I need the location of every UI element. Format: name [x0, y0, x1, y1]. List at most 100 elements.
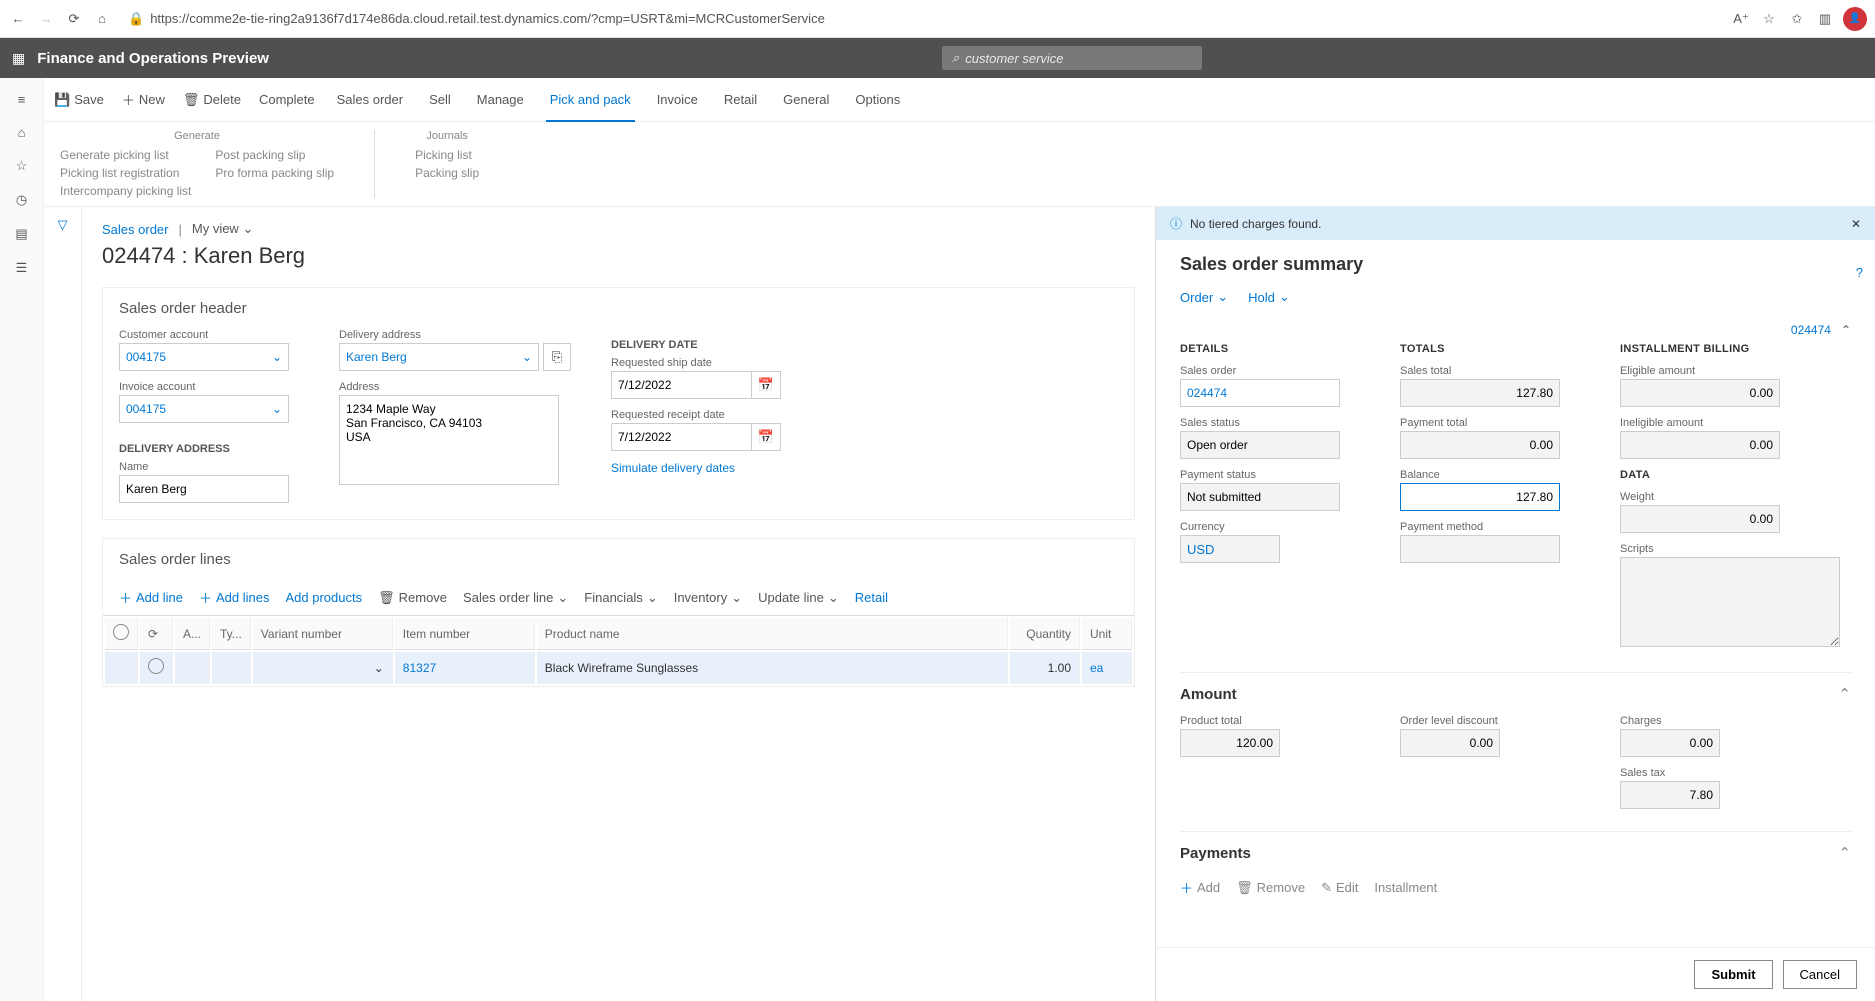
remove-line-button[interactable]: 🗑 Remove: [378, 590, 447, 606]
delete-button[interactable]: 🗑Delete: [183, 92, 241, 108]
payments-section-head[interactable]: Payments⌃: [1180, 831, 1851, 874]
filter-icon[interactable]: ▽: [44, 217, 81, 233]
profile-avatar[interactable]: 👤: [1843, 7, 1867, 31]
waffle-icon[interactable]: ▦: [12, 50, 25, 67]
workspace-icon[interactable]: ▤: [15, 226, 27, 242]
refresh-icon[interactable]: ⟳: [64, 9, 84, 29]
col-unit[interactable]: Unit: [1082, 618, 1132, 650]
collections-icon[interactable]: ▥: [1815, 9, 1835, 29]
star-icon[interactable]: ☆: [1759, 9, 1779, 29]
balance-label: Balance: [1400, 469, 1580, 481]
calendar-icon[interactable]: 📅: [751, 371, 781, 399]
tab-retail[interactable]: Retail: [720, 92, 761, 107]
sales-order-line-menu[interactable]: Sales order line ⌄: [463, 590, 568, 606]
picking-list-registration[interactable]: Picking list registration: [60, 166, 191, 180]
col-quantity[interactable]: Quantity: [1010, 618, 1080, 650]
inventory-menu[interactable]: Inventory ⌄: [674, 590, 742, 606]
col-a[interactable]: A...: [175, 618, 210, 650]
unit-cell[interactable]: ea: [1082, 652, 1132, 684]
order-discount-label: Order level discount: [1400, 715, 1580, 727]
tab-sales-order[interactable]: Sales order: [333, 92, 407, 107]
req-receipt-input[interactable]: [611, 423, 751, 451]
customer-account-dropdown[interactable]: 004175⌄: [119, 343, 289, 371]
star-rail-icon[interactable]: ☆: [16, 158, 28, 174]
menu-icon[interactable]: ≡: [18, 92, 26, 107]
col-type[interactable]: Ty...: [212, 618, 251, 650]
recent-icon[interactable]: ◷: [16, 192, 27, 208]
add-line-button[interactable]: ＋ Add line: [119, 588, 183, 607]
amount-section-head[interactable]: Amount⌃: [1180, 672, 1851, 715]
payment-remove-button[interactable]: 🗑 Remove: [1236, 878, 1305, 897]
new-button[interactable]: ＋New: [122, 90, 165, 109]
search-text: customer service: [965, 51, 1063, 66]
refresh-col-icon[interactable]: ⟳: [140, 618, 173, 650]
tab-manage[interactable]: Manage: [473, 92, 528, 107]
home-icon[interactable]: ⌂: [92, 9, 112, 29]
text-size-icon[interactable]: A⁺: [1731, 9, 1751, 29]
table-row[interactable]: ⌄ 81327 Black Wireframe Sunglasses 1.00 …: [105, 652, 1132, 684]
payment-edit-button[interactable]: ✎ Edit: [1321, 878, 1358, 897]
page-title: 024474 : Karen Berg: [102, 243, 1135, 269]
name-input[interactable]: [119, 475, 289, 503]
tab-invoice[interactable]: Invoice: [653, 92, 702, 107]
pro-forma-packing-slip[interactable]: Pro forma packing slip: [215, 166, 334, 180]
tab-general[interactable]: General: [779, 92, 833, 107]
journal-packing-slip[interactable]: Packing slip: [415, 166, 479, 180]
item-number-cell[interactable]: 81327: [395, 652, 535, 684]
help-icon[interactable]: ?: [1856, 265, 1863, 280]
delivery-address-label: Delivery address: [339, 329, 571, 341]
forward-icon[interactable]: →: [36, 9, 56, 29]
req-ship-input[interactable]: [611, 371, 751, 399]
address-bar[interactable]: 🔒 https://comme2e-tie-ring2a9136f7d174e8…: [120, 11, 1723, 27]
collapse-icon[interactable]: ⌃: [1841, 323, 1851, 337]
simulate-delivery-link[interactable]: Simulate delivery dates: [611, 461, 791, 475]
add-lines-button[interactable]: ＋ Add lines: [199, 588, 270, 607]
payment-add-button[interactable]: ＋ Add: [1180, 878, 1220, 897]
sales-order-field[interactable]: [1180, 379, 1340, 407]
col-item-number[interactable]: Item number: [395, 618, 535, 650]
order-menu[interactable]: Order ⌄: [1180, 289, 1228, 305]
tab-pick-and-pack[interactable]: Pick and pack: [546, 78, 635, 122]
address-action-icon[interactable]: ⎘: [543, 343, 571, 371]
col-product-name[interactable]: Product name: [537, 618, 1008, 650]
info-icon: ⓘ: [1170, 215, 1182, 232]
journal-picking-list[interactable]: Picking list: [415, 148, 479, 162]
calendar-icon[interactable]: 📅: [751, 423, 781, 451]
list-icon[interactable]: ☰: [16, 260, 28, 276]
tab-options[interactable]: Options: [851, 92, 904, 107]
currency-field: USD: [1180, 535, 1280, 563]
address-textarea[interactable]: 1234 Maple Way San Francisco, CA 94103 U…: [339, 395, 559, 485]
home-rail-icon[interactable]: ⌂: [18, 125, 26, 140]
post-packing-slip[interactable]: Post packing slip: [215, 148, 334, 162]
breadcrumb-sales-order[interactable]: Sales order: [102, 222, 168, 237]
submit-button[interactable]: Submit: [1694, 960, 1772, 989]
favorites-icon[interactable]: ✩: [1787, 9, 1807, 29]
row-checkbox[interactable]: [148, 658, 164, 674]
intercompany-picking-list[interactable]: Intercompany picking list: [60, 184, 191, 198]
ineligible-label: Ineligible amount: [1620, 417, 1840, 429]
save-button[interactable]: 💾Save: [54, 92, 104, 108]
tab-sell[interactable]: Sell: [425, 92, 455, 107]
scripts-textarea[interactable]: [1620, 557, 1840, 647]
financials-menu[interactable]: Financials ⌄: [584, 590, 657, 606]
my-view-dropdown[interactable]: My view ⌄: [192, 221, 253, 237]
search-box[interactable]: ⌕ customer service: [942, 46, 1202, 70]
order-number-link[interactable]: 024474: [1791, 323, 1831, 337]
add-products-button[interactable]: Add products: [286, 590, 363, 605]
update-line-menu[interactable]: Update line ⌄: [758, 590, 839, 606]
select-all-checkbox[interactable]: [113, 624, 129, 640]
payment-installment-button[interactable]: Installment: [1374, 878, 1437, 897]
chevron-down-icon[interactable]: ⌄: [374, 661, 384, 675]
generate-picking-list[interactable]: Generate picking list: [60, 148, 191, 162]
col-variant[interactable]: Variant number: [253, 618, 393, 650]
close-info-icon[interactable]: ✕: [1851, 217, 1861, 231]
balance-field[interactable]: [1400, 483, 1560, 511]
cancel-button[interactable]: Cancel: [1783, 960, 1857, 989]
sales-order-lines-title: Sales order lines: [103, 539, 1134, 580]
complete-button[interactable]: Complete: [259, 92, 315, 107]
delivery-address-dropdown[interactable]: Karen Berg⌄: [339, 343, 539, 371]
retail-menu[interactable]: Retail: [855, 590, 888, 605]
invoice-account-dropdown[interactable]: 004175⌄: [119, 395, 289, 423]
hold-menu[interactable]: Hold ⌄: [1248, 289, 1290, 305]
back-icon[interactable]: ←: [8, 9, 28, 29]
